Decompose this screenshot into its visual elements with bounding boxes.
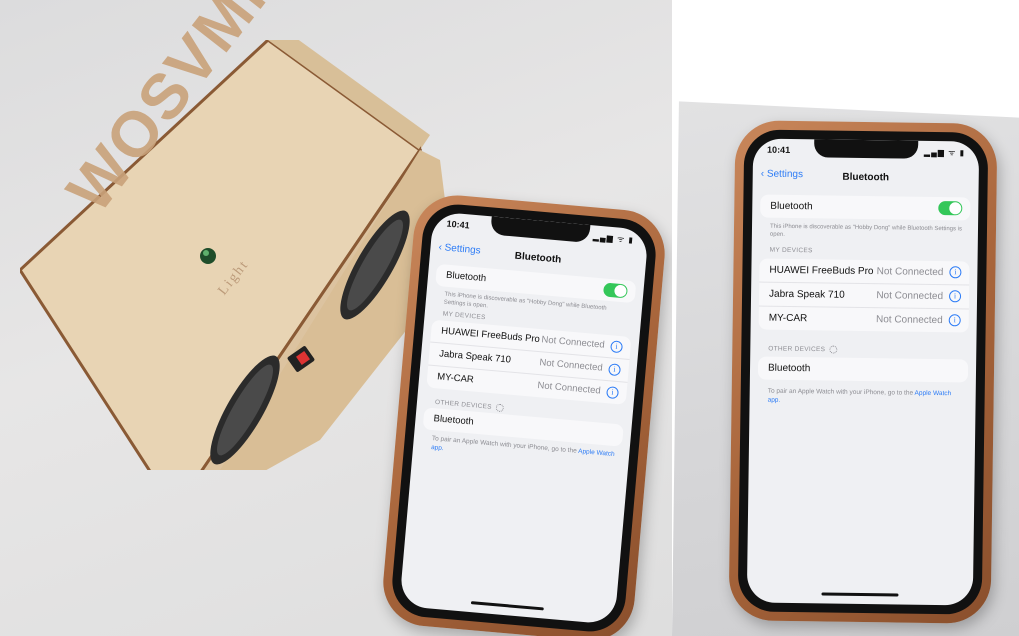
status-icons: ▂▄▆ ᯤ ▮ — [592, 232, 635, 245]
info-icon[interactable]: i — [948, 314, 961, 327]
device-row[interactable]: HUAWEI FreeBuds Pro Not Connected i — [759, 258, 970, 286]
nav-title: Bluetooth — [842, 171, 890, 184]
info-icon[interactable]: i — [608, 363, 622, 377]
status-time: 10:41 — [767, 144, 791, 155]
device-row[interactable]: Jabra Speak 710 Not Connected i — [758, 282, 970, 310]
device-row[interactable]: MY-CAR Not Connected i — [759, 307, 969, 333]
notch — [490, 216, 591, 244]
phone-screen-left: 10:41 ▂▄▆ ᯤ ▮ ‹ Settings Bluetooth Bluet… — [399, 211, 649, 625]
info-icon[interactable]: i — [948, 290, 962, 303]
other-devices-list: Bluetooth — [757, 356, 969, 383]
speaker-illustration — [20, 40, 450, 470]
nav-bar: ‹ Settings Bluetooth — [753, 164, 979, 189]
notch — [814, 139, 919, 159]
spinner-icon — [829, 345, 838, 354]
my-devices-list: HUAWEI FreeBuds Pro Not Connected i Jabr… — [426, 319, 632, 405]
status-time: 10:41 — [446, 218, 471, 231]
wooden-speaker-box — [20, 40, 460, 470]
home-indicator — [470, 601, 545, 611]
info-icon[interactable]: i — [949, 266, 962, 279]
info-icon[interactable]: i — [610, 340, 624, 354]
bluetooth-toggle-row[interactable]: Bluetooth — [760, 195, 970, 221]
spinner-icon — [495, 403, 505, 413]
pair-note: To pair an Apple Watch with your iPhone,… — [767, 387, 952, 404]
my-devices-header: MY DEVICES — [442, 310, 486, 322]
phone-right: 10:41 ▂▄▆ ᯤ ▮ ‹ Settings Bluetooth Bluet… — [728, 120, 998, 624]
status-icons: ▂▄▆ ᯤ ▮ — [923, 147, 966, 158]
bluetooth-toggle[interactable] — [938, 201, 963, 216]
discoverable-note: This iPhone is discoverable as "Hobby Do… — [769, 223, 963, 238]
phone-left: 10:41 ▂▄▆ ᯤ ▮ ‹ Settings Bluetooth Bluet… — [379, 191, 669, 636]
my-devices-list: HUAWEI FreeBuds Pro Not Connected i Jabr… — [758, 258, 970, 333]
bluetooth-toggle[interactable] — [602, 282, 629, 299]
photo-speaker-and-phone: WOSVMN Light 10:41 ▂▄▆ ᯤ ▮ ‹ Settings Bl… — [0, 0, 672, 636]
bluetooth-toggle-group: Bluetooth — [760, 194, 971, 221]
phone-screen-right: 10:41 ▂▄▆ ᯤ ▮ ‹ Settings Bluetooth Bluet… — [746, 138, 980, 606]
my-devices-header: MY DEVICES — [769, 246, 813, 255]
other-devices-header: OTHER DEVICES — [768, 345, 838, 354]
home-indicator — [821, 592, 899, 597]
other-device-row[interactable]: Bluetooth — [758, 357, 968, 383]
info-icon[interactable]: i — [606, 386, 620, 400]
